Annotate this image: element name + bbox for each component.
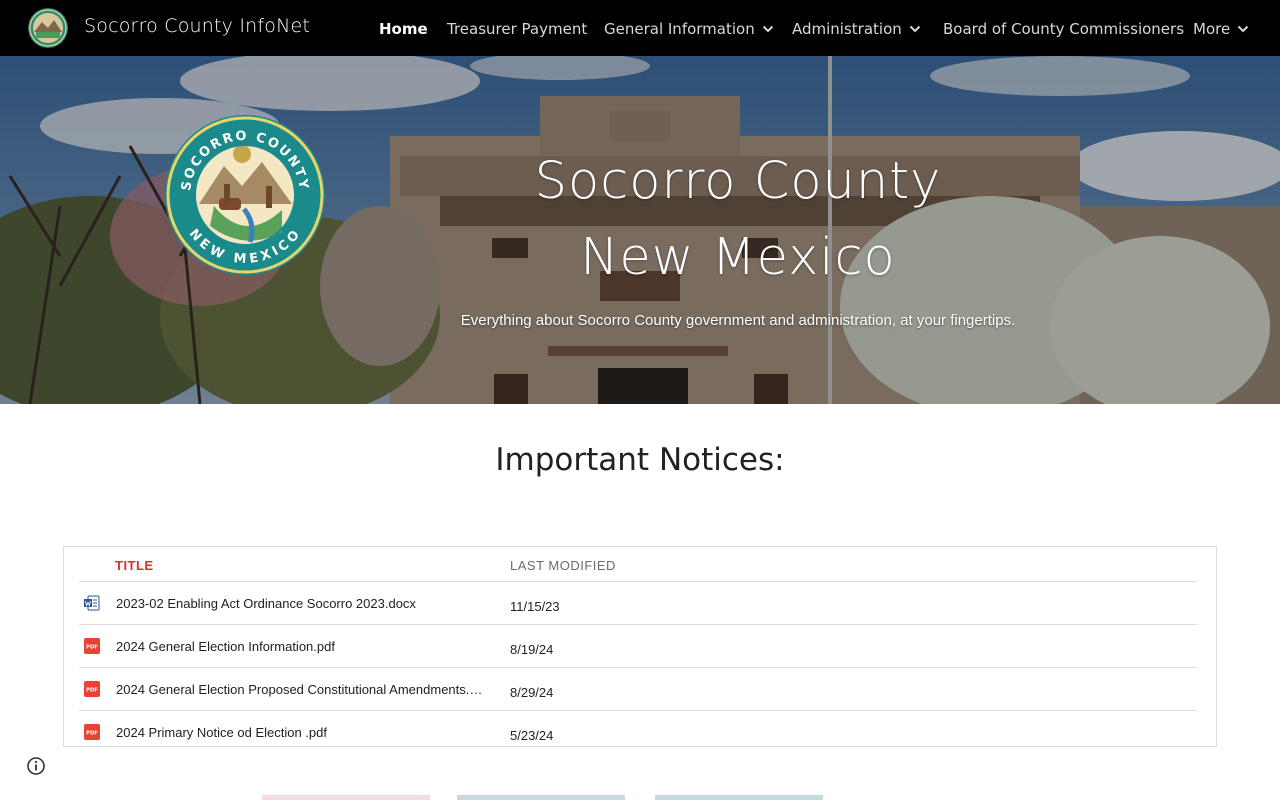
file-name: 2024 Primary Notice od Election .pdf bbox=[116, 725, 327, 740]
svg-text:PDF: PDF bbox=[86, 645, 98, 651]
notices-heading: Important Notices: bbox=[495, 442, 785, 478]
chevron-down-icon[interactable] bbox=[908, 22, 922, 36]
file-row[interactable]: PDF 2024 General Election Proposed Const… bbox=[79, 668, 1197, 711]
nav-home-label: Home bbox=[379, 20, 428, 38]
pdf-icon: PDF bbox=[84, 681, 100, 697]
section-thumbnail-image[interactable] bbox=[457, 795, 625, 800]
pdf-icon: PDF bbox=[84, 638, 100, 654]
nav-more-label: More bbox=[1193, 20, 1231, 38]
hero-title: Socorro County New Mexico bbox=[488, 144, 988, 296]
svg-text:PDF: PDF bbox=[86, 688, 98, 694]
hero-subtitle: Everything about Socorro County governme… bbox=[460, 312, 1016, 329]
top-navigation-bar: Socorro County InfoNet Home Treasurer Pa… bbox=[0, 0, 1280, 56]
nav-more[interactable]: More bbox=[1193, 18, 1250, 40]
hero-title-line1: Socorro County bbox=[534, 152, 942, 211]
nav-board-of-commissioners[interactable]: Board of County Commissioners bbox=[943, 18, 1184, 40]
nav-home[interactable]: Home bbox=[379, 18, 428, 40]
file-modified-date: 5/23/24 bbox=[510, 728, 554, 743]
nav-administration[interactable]: Administration bbox=[792, 18, 922, 40]
section-thumbnail-image[interactable] bbox=[655, 795, 823, 800]
drive-file-list: TITLE LAST MODIFIED 2023-02 Enabling Act… bbox=[63, 546, 1217, 747]
county-seal-icon: SOCORRO COUNTY NEW MEXICO bbox=[164, 114, 326, 276]
file-name: 2024 General Election Information.pdf bbox=[116, 639, 335, 654]
file-modified-date: 11/15/23 bbox=[510, 599, 560, 614]
nav-admin-label: Administration bbox=[792, 20, 902, 38]
nav-board-label: Board of County Commissioners bbox=[943, 20, 1185, 38]
file-list-header: TITLE LAST MODIFIED bbox=[79, 547, 1197, 582]
word-doc-icon bbox=[84, 595, 100, 611]
file-name: 2023-02 Enabling Act Ordinance Socorro 2… bbox=[116, 596, 416, 611]
section-thumbnail-image[interactable] bbox=[262, 795, 430, 800]
file-row[interactable]: PDF 2024 General Election Information.pd… bbox=[79, 625, 1197, 668]
nav-general-information[interactable]: General Information bbox=[604, 18, 775, 40]
file-name: 2024 General Election Proposed Constitut… bbox=[116, 682, 486, 697]
column-title-header[interactable]: TITLE bbox=[115, 558, 154, 573]
site-info-icon[interactable] bbox=[26, 756, 46, 776]
file-row[interactable]: PDF 2024 Primary Notice od Election .pdf… bbox=[79, 711, 1197, 746]
nav-treasurer-label: Treasurer Payment bbox=[447, 20, 588, 38]
site-title[interactable]: Socorro County InfoNet bbox=[84, 15, 310, 37]
file-modified-date: 8/29/24 bbox=[510, 685, 554, 700]
column-last-modified-header[interactable]: LAST MODIFIED bbox=[510, 558, 616, 573]
file-row[interactable]: 2023-02 Enabling Act Ordinance Socorro 2… bbox=[79, 582, 1197, 625]
nav-general-label: General Information bbox=[604, 20, 755, 38]
chevron-down-icon[interactable] bbox=[1236, 22, 1250, 36]
hero-title-line2: New Mexico bbox=[580, 228, 896, 287]
svg-text:PDF: PDF bbox=[86, 731, 98, 737]
hero-banner: SOCORRO COUNTY NEW MEXICO Socorro County… bbox=[0, 56, 1280, 404]
file-modified-date: 8/19/24 bbox=[510, 642, 554, 657]
site-logo-icon[interactable] bbox=[28, 8, 68, 48]
nav-treasurer-payment[interactable]: Treasurer Payment bbox=[447, 18, 587, 40]
chevron-down-icon[interactable] bbox=[761, 22, 775, 36]
pdf-icon: PDF bbox=[84, 724, 100, 740]
